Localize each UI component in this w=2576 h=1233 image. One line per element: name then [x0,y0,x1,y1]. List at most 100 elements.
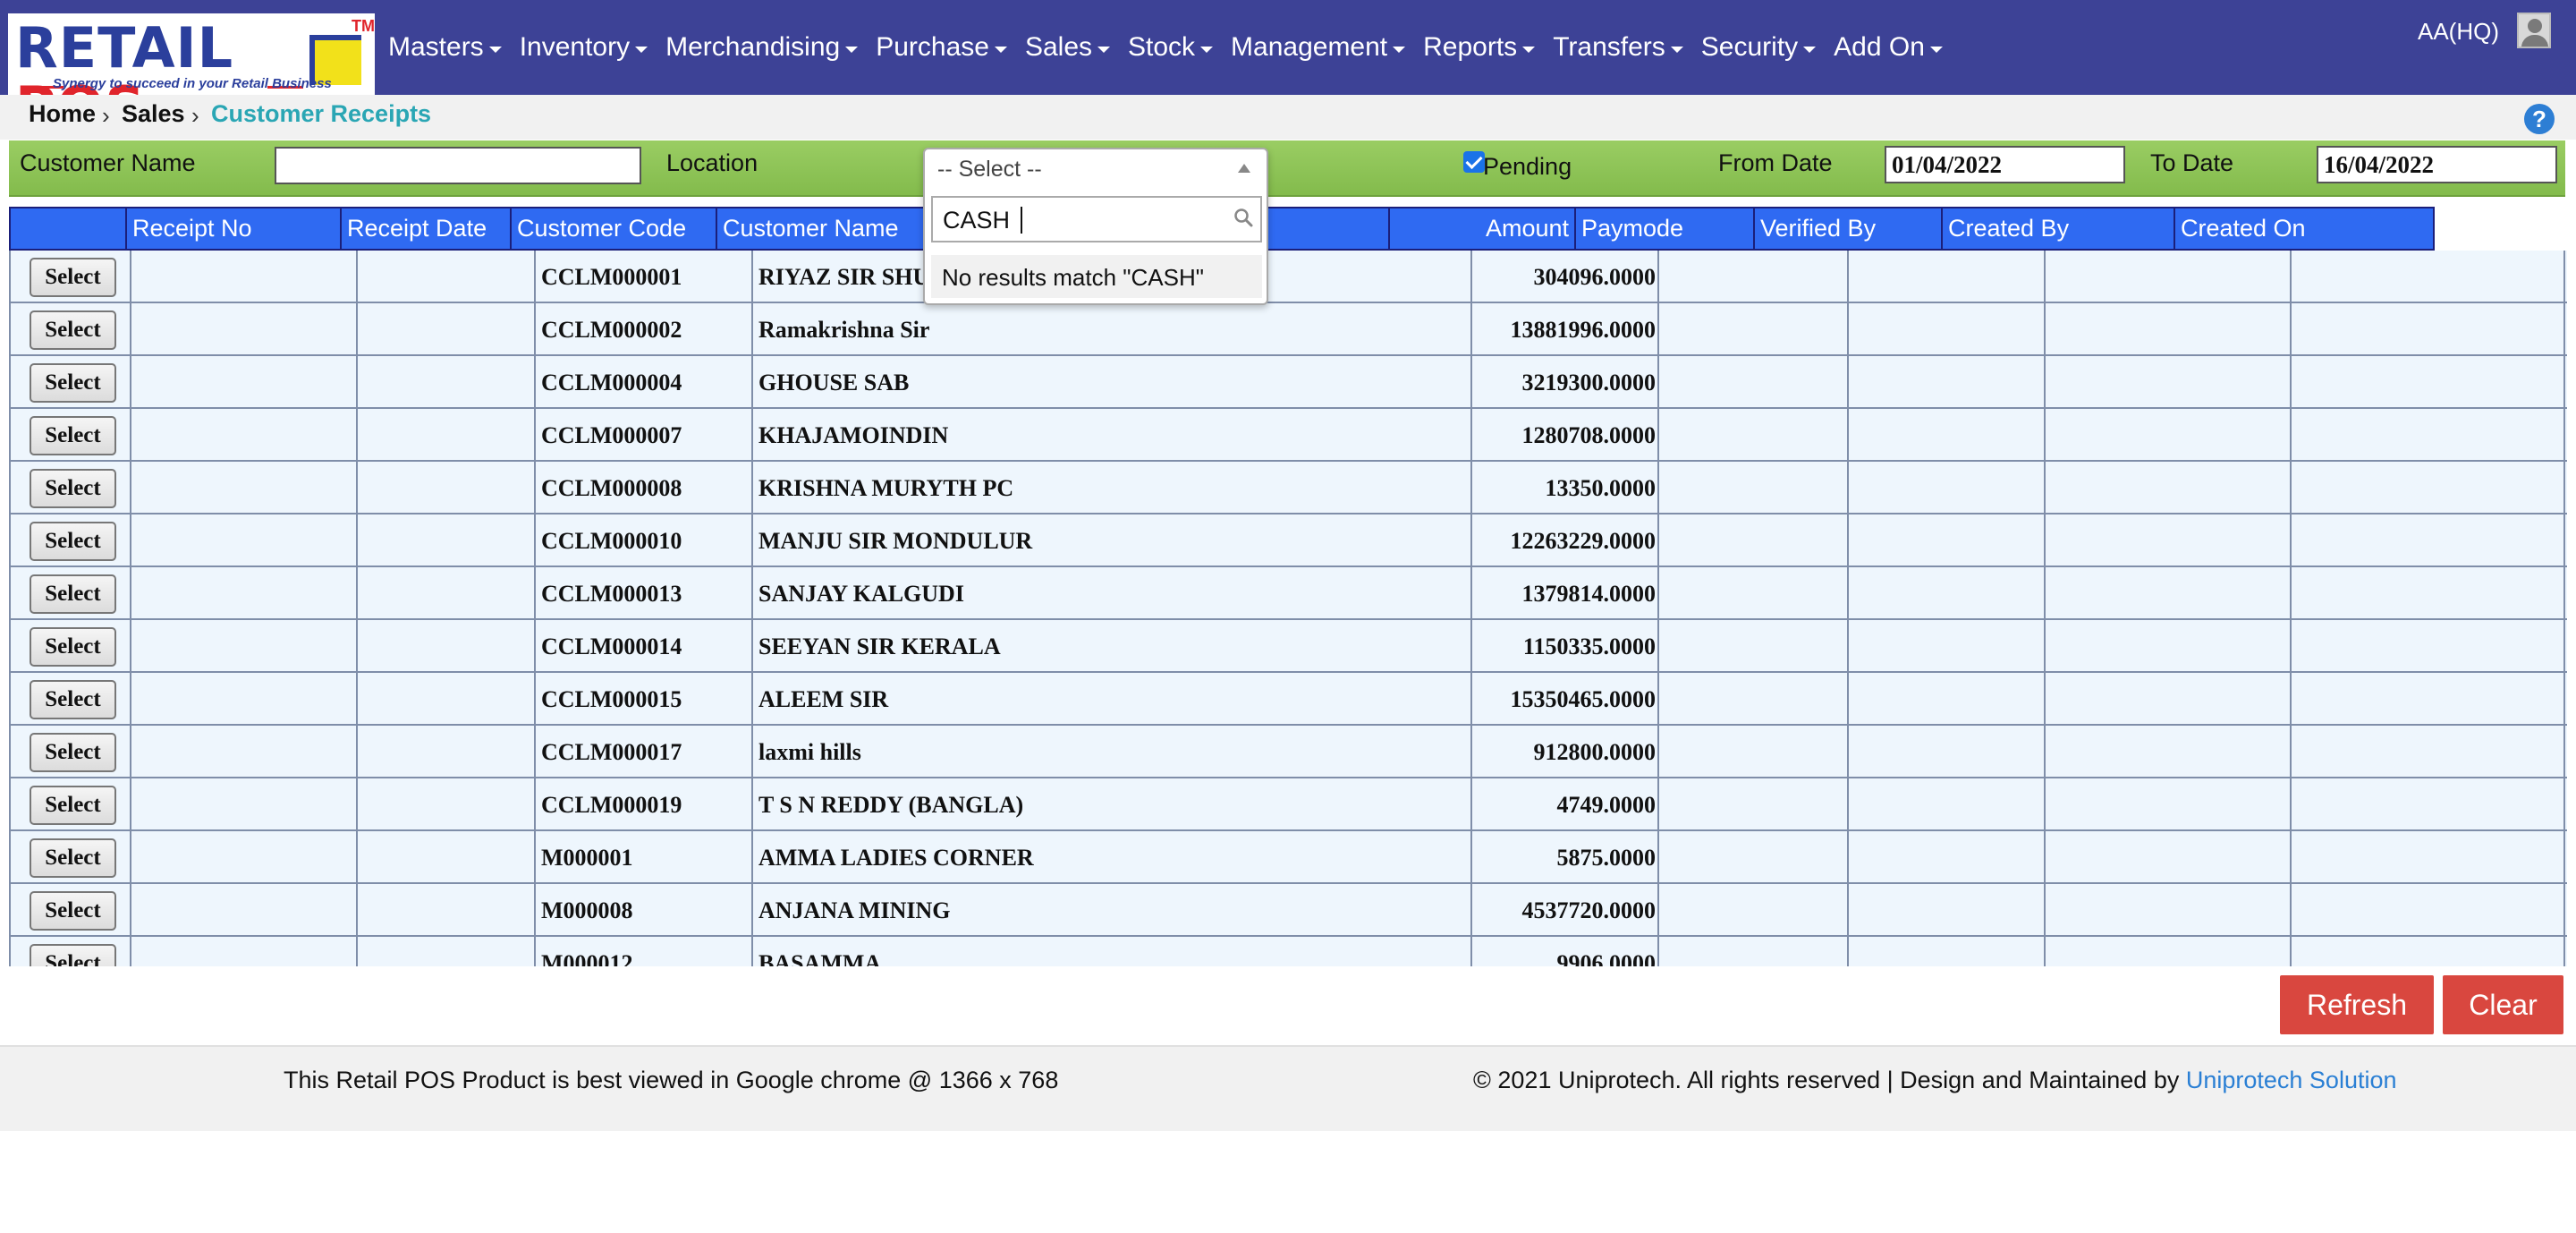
select-cell: Select [9,831,131,884]
user-name[interactable]: AA(HQ) [2418,18,2499,46]
select-row-button[interactable]: Select [30,310,116,350]
table-row[interactable]: Select CCLM000007 KHAJAMOINDIN 1280708.0000 [9,409,2567,462]
customer-name-cell: SANJAY KALGUDI [753,567,1472,620]
select-row-button[interactable]: Select [30,416,116,455]
select-row-button[interactable]: Select [30,522,116,561]
empty-cell [131,726,358,778]
copyright-text: © 2021 Uniprotech. All rights reserved |… [1473,1067,2186,1093]
select-row-button[interactable]: Select [30,469,116,508]
refresh-button[interactable]: Refresh [2280,975,2434,1034]
customer-name-cell: ALEEM SIR [753,673,1472,726]
from-date-input[interactable]: 01/04/2022 [1885,146,2125,183]
column-header-created-on[interactable]: Created On [2175,208,2433,249]
customer-name-cell: T S N REDDY (BANGLA) [753,778,1472,831]
select-cell: Select [9,303,131,356]
to-date-input[interactable]: 16/04/2022 [2317,146,2557,183]
column-header-amount[interactable]: Amount [1390,208,1576,249]
empty-cell [1659,409,1849,462]
column-header-select [11,208,127,249]
menu-inventory[interactable]: Inventory [520,32,648,63]
menu-sales[interactable]: Sales [1025,32,1110,63]
select-row-button[interactable]: Select [30,363,116,403]
menu-masters[interactable]: Masters [388,32,502,63]
menu-security[interactable]: Security [1701,32,1817,63]
uniprotech-link[interactable]: Uniprotech Solution [2186,1067,2397,1093]
select-row-button[interactable]: Select [30,627,116,667]
column-header-verified-by[interactable]: Verified By [1755,208,1943,249]
select-cell: Select [9,251,131,303]
empty-cell [131,884,358,937]
location-dropdown-selected[interactable]: -- Select -- [937,157,1042,183]
clear-button[interactable]: Clear [2443,975,2563,1034]
table-row[interactable]: Select CCLM000017 laxmi hills 912800.0000 [9,726,2567,778]
table-row[interactable]: Select CCLM000004 GHOUSE SAB 3219300.0000 [9,356,2567,409]
column-header-paymode[interactable]: Paymode [1576,208,1755,249]
location-search-input[interactable]: CASH [931,196,1262,242]
amount-cell: 1150335.0000 [1472,620,1659,673]
table-row[interactable]: Select CCLM000019 T S N REDDY (BANGLA) 4749… [9,778,2567,831]
select-row-button[interactable]: Select [30,680,116,719]
breadcrumb-home[interactable]: Home [29,100,96,128]
customer-name-cell: KHAJAMOINDIN [753,409,1472,462]
table-row[interactable]: Select M000008 ANJANA MINING 4537720.0000 [9,884,2567,937]
table-row[interactable]: Select CCLM000014 SEEYAN SIR KERALA 1150335… [9,620,2567,673]
amount-cell: 1379814.0000 [1472,567,1659,620]
menu-reports[interactable]: Reports [1423,32,1536,63]
select-row-button[interactable]: Select [30,891,116,931]
menu-stock[interactable]: Stock [1128,32,1214,63]
select-row-button[interactable]: Select [30,838,116,878]
empty-cell [1849,303,2046,356]
breadcrumb-sales[interactable]: Sales [122,100,185,128]
empty-cell [1659,356,1849,409]
help-icon[interactable]: ? [2524,104,2555,134]
empty-cell [1659,726,1849,778]
customer-code-cell: CCLM000014 [536,620,753,673]
empty-cell [2046,567,2292,620]
empty-cell [2046,831,2292,884]
retail-pos-logo[interactable]: RETAIL POS TM Synergy to succeed in your… [8,13,375,95]
empty-cell [1849,409,2046,462]
customer-code-cell: CCLM000010 [536,514,753,567]
column-header-receipt-no[interactable]: Receipt No [127,208,342,249]
select-row-button[interactable]: Select [30,574,116,614]
table-row[interactable]: Select CCLM000001 RIYAZ SIR SHU 304096.0000 [9,251,2567,303]
user-avatar-icon[interactable] [2517,13,2551,48]
empty-cell [1849,884,2046,937]
select-row-button[interactable]: Select [30,786,116,825]
menu-label: Stock [1128,32,1196,62]
top-navbar: RETAIL POS TM Synergy to succeed in your… [0,0,2576,95]
pending-checkbox[interactable] [1463,151,1485,173]
select-row-button[interactable]: Select [30,733,116,772]
table-row[interactable]: Select M000012 BASAMMA 9906.0000 [9,937,2567,966]
caret-down-icon [1522,46,1536,53]
select-row-button[interactable]: Select [30,944,116,966]
column-header-customer-name[interactable]: Customer Name [717,208,941,249]
empty-cell [131,303,358,356]
select-row-button[interactable]: Select [30,258,116,297]
caret-down-icon [845,46,859,53]
empty-cell [2292,778,2565,831]
customer-name-input[interactable] [275,147,641,184]
table-row[interactable]: Select CCLM000015 ALEEM SIR 15350465.0000 [9,673,2567,726]
table-row[interactable]: Select CCLM000013 SANJAY KALGUDI 1379814.00… [9,567,2567,620]
amount-cell: 13350.0000 [1472,462,1659,514]
table-row[interactable]: Select M000001 AMMA LADIES CORNER 5875.0000 [9,831,2567,884]
location-dropdown[interactable]: -- Select -- CASH No results match "CASH… [923,148,1268,305]
menu-transfers[interactable]: Transfers [1553,32,1683,63]
column-header-receipt-date[interactable]: Receipt Date [342,208,512,249]
menu-purchase[interactable]: Purchase [876,32,1007,63]
caret-up-icon[interactable] [1238,164,1250,173]
column-header-customer-code[interactable]: Customer Code [512,208,717,249]
select-cell: Select [9,884,131,937]
menu-merchandising[interactable]: Merchandising [665,32,859,63]
table-row[interactable]: Select CCLM000002 Ramakrishna Sir 13881996.… [9,303,2567,356]
customer-code-cell: CCLM000015 [536,673,753,726]
empty-cell [1849,937,2046,966]
table-row[interactable]: Select CCLM000010 MANJU SIR MONDULUR 122632… [9,514,2567,567]
empty-cell [2292,409,2565,462]
column-header-created-by[interactable]: Created By [1943,208,2175,249]
menu-management[interactable]: Management [1231,32,1406,63]
table-row[interactable]: Select CCLM000008 KRISHNA MURYTH PC 13350.0… [9,462,2567,514]
menu-add-on[interactable]: Add On [1834,32,1943,63]
select-cell: Select [9,462,131,514]
